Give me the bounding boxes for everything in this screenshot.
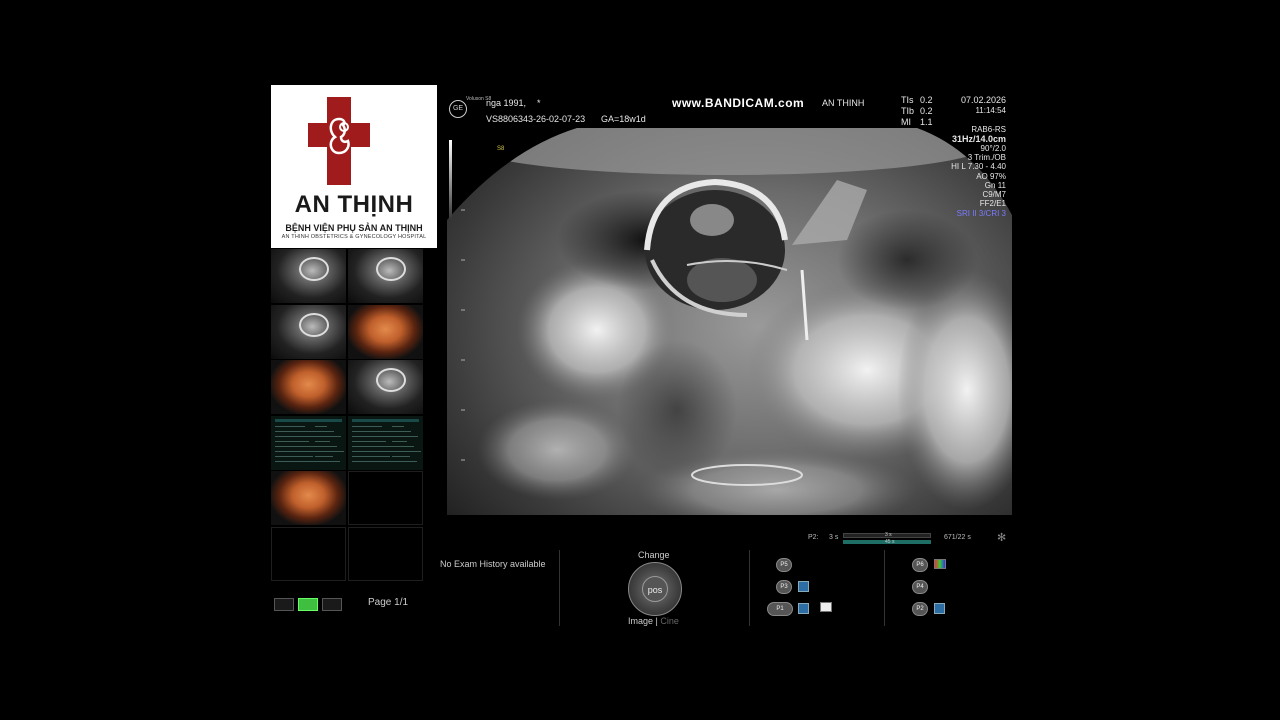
tib-value: 0.2	[920, 106, 933, 116]
param-line: 3 Trim./OB	[967, 152, 1006, 162]
tis-value: 0.2	[920, 95, 933, 105]
cine-frame-count: 671/22 s	[944, 534, 971, 541]
p4-button[interactable]: P4	[912, 580, 928, 594]
print-icon[interactable]	[820, 602, 832, 612]
freeze-icon[interactable]: ✻	[997, 531, 1006, 544]
gestational-age: GA=18w1d	[601, 114, 646, 124]
tib-label: TIb	[901, 106, 915, 116]
probe-model: S8	[497, 146, 505, 152]
p3-button[interactable]: P3	[776, 580, 792, 594]
thumbnail-grid	[271, 249, 423, 585]
thumbnail-report[interactable]	[348, 415, 423, 470]
save-icon[interactable]	[798, 581, 809, 592]
thumbnail-ultrasound[interactable]	[348, 249, 423, 303]
image-option[interactable]: Image	[628, 616, 653, 626]
medical-cross-icon	[308, 97, 370, 185]
layout-single-button[interactable]	[274, 598, 294, 611]
cine-time-2: 45 s	[885, 539, 895, 545]
color-print-icon[interactable]	[934, 559, 946, 569]
param-line: 90°/2.0	[980, 143, 1006, 153]
bandicam-watermark: www.BANDICAM.com	[672, 96, 805, 110]
param-line: FF2/E1	[979, 199, 1006, 209]
patient-name: nga 1991,	[486, 98, 527, 108]
image-cine-toggle[interactable]: Image | Cine	[628, 616, 679, 626]
exam-id: VS8806343-26-02-07-23	[486, 114, 586, 124]
probe-label: Voluson S8	[466, 96, 492, 102]
change-label: Change	[638, 550, 670, 560]
thumbnail-empty	[348, 471, 423, 525]
param-line: AO 97%	[976, 171, 1006, 181]
exam-date: 07.02.2026	[960, 95, 1006, 105]
layout-list-button[interactable]	[322, 598, 342, 611]
p1-button[interactable]: P1	[767, 602, 793, 616]
page-indicator: Page 1/1	[368, 597, 409, 608]
thumbnail-3d[interactable]	[271, 471, 346, 525]
p2-button[interactable]: P2	[912, 602, 928, 616]
hospital-name: AN THINH	[822, 98, 865, 108]
thumbnail-ultrasound[interactable]	[271, 249, 346, 303]
layout-grid-button[interactable]	[298, 598, 318, 611]
patient-star: *	[537, 98, 541, 108]
cine-time-1: 3 s	[885, 532, 892, 538]
exam-history-message: No Exam History available	[440, 559, 546, 569]
divider	[559, 550, 560, 626]
mi-value: 1.1	[920, 117, 933, 127]
divider	[749, 550, 750, 626]
hospital-logo: AN THỊNH BỆNH VIỆN PHỤ SẢN AN THỊNH AN T…	[271, 85, 437, 248]
ge-logo-icon: GE	[449, 100, 467, 118]
logo-title: AN THỊNH	[294, 191, 414, 218]
thumbnail-report[interactable]	[271, 415, 346, 470]
param-line: HI L 7.30 - 4.40	[951, 162, 1006, 172]
exam-time: 11:14:54	[975, 106, 1006, 115]
thumbnail-3d[interactable]	[348, 304, 423, 359]
cine-label: P2:	[808, 534, 819, 541]
ultrasound-image[interactable]	[447, 90, 1012, 520]
save-icon[interactable]	[934, 603, 945, 614]
thumbnail-ultrasound[interactable]	[348, 360, 423, 414]
param-line: C9/M7	[982, 190, 1006, 200]
logo-subtitle-en: AN THINH OBSTETRICS & GYNECOLOGY HOSPITA…	[281, 234, 427, 240]
p5-button[interactable]: P5	[776, 558, 792, 572]
cine-value: 3 s	[829, 534, 839, 541]
save-icon[interactable]	[798, 603, 809, 614]
logo-subtitle: BỆNH VIỆN PHỤ SẢN AN THỊNH	[285, 223, 423, 233]
tis-label: TIs	[901, 95, 914, 105]
param-line: RAB6-RS	[971, 125, 1006, 134]
image-cine-separator: |	[655, 616, 658, 626]
divider	[884, 550, 885, 626]
thumbnail-empty	[271, 526, 346, 581]
grayscale-bar	[449, 140, 452, 220]
p6-button[interactable]: P6	[912, 558, 928, 572]
thumbnail-ultrasound[interactable]	[271, 304, 346, 359]
thumbnail-3d[interactable]	[271, 360, 346, 414]
param-sri: SRI II 3/CRI 3	[956, 208, 1006, 218]
mi-label: MI	[901, 117, 911, 127]
pos-button[interactable]: pos	[642, 576, 668, 602]
cine-option[interactable]: Cine	[660, 616, 679, 626]
param-line: Gn 11	[984, 180, 1006, 190]
thumbnail-empty	[348, 526, 423, 581]
